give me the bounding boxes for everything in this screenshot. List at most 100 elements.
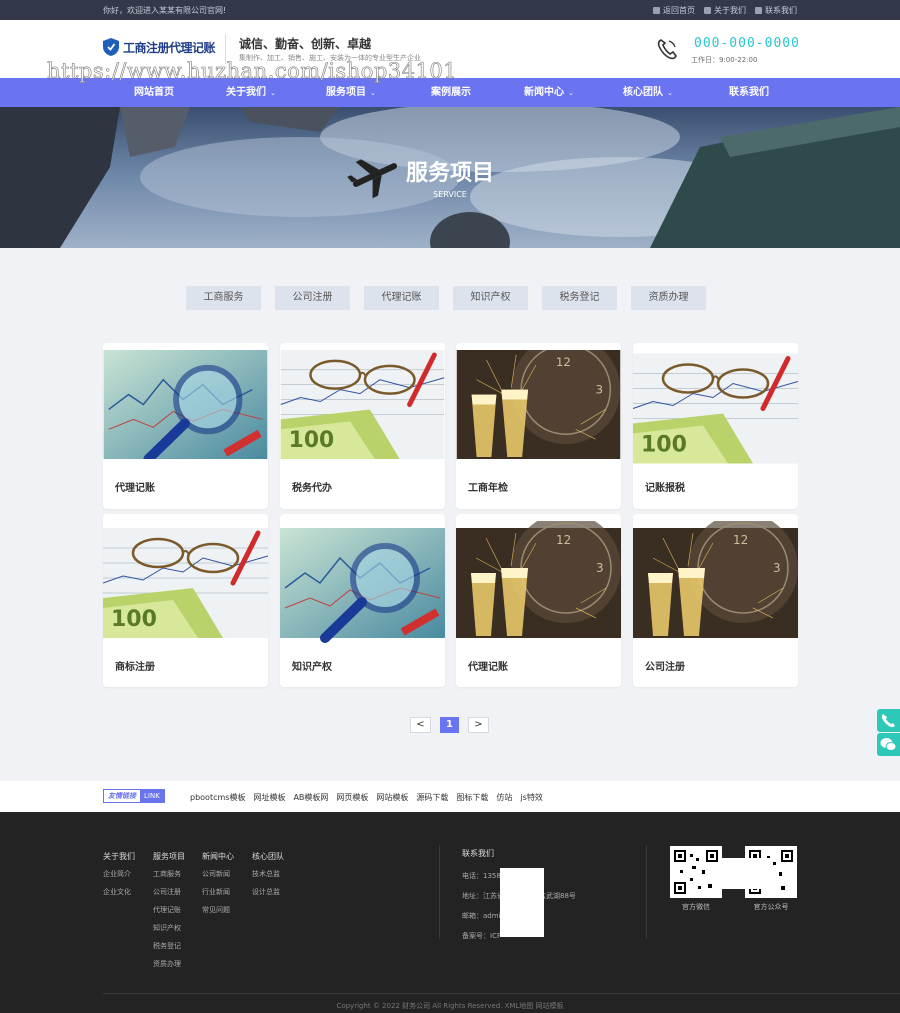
pagination: < 1 > xyxy=(410,717,489,733)
top-links: 返回首页 关于我们 联系我们 xyxy=(653,5,797,16)
card-image xyxy=(456,521,621,645)
service-card[interactable]: 税务代办 xyxy=(280,343,445,509)
footer-col-news: 新闻中心 公司新闻 行业新闻 常见问题 xyxy=(202,852,234,914)
friend-link[interactable]: pbootcms模板 xyxy=(190,792,245,803)
glasses-money-image xyxy=(280,350,445,459)
card-title: 代理记账 xyxy=(468,662,508,673)
phone-number: 000-000-0000 xyxy=(694,36,800,51)
glasses-money-image xyxy=(103,521,268,645)
friend-link[interactable]: 仿站 xyxy=(496,792,512,803)
home-icon xyxy=(653,7,660,14)
next-page-button[interactable]: > xyxy=(468,717,489,733)
footer-col-team: 核心团队 技术总监 设计总监 xyxy=(252,852,284,896)
tab-company-registration[interactable]: 公司注册 xyxy=(275,286,350,310)
card-title: 税务代办 xyxy=(292,483,332,494)
site-logo[interactable]: 工商注册代理记账 xyxy=(103,38,216,56)
tab-tax-registration[interactable]: 税务登记 xyxy=(542,286,617,310)
slogan: 诚信、勤奋、创新、卓越 xyxy=(239,37,372,51)
service-card[interactable]: 公司注册 xyxy=(633,514,798,687)
friend-links-bar: 友情链接 LINK pbootcms模板 网址模板 AB模板网 网页模板 网站模… xyxy=(0,781,900,812)
nav-news[interactable]: 新闻中心 ⌄ xyxy=(524,78,574,107)
card-title: 公司注册 xyxy=(645,662,685,673)
champagne-clock-image xyxy=(633,521,798,645)
card-title: 商标注册 xyxy=(115,662,155,673)
service-card[interactable]: 记账报税 xyxy=(633,343,798,509)
nav-team[interactable]: 核心团队 ⌄ xyxy=(623,78,673,107)
top-link-about[interactable]: 关于我们 xyxy=(704,5,746,16)
footer-col-about: 关于我们 企业简介 企业文化 xyxy=(103,852,135,896)
tab-bookkeeping[interactable]: 代理记账 xyxy=(364,286,439,310)
redaction-block xyxy=(721,858,772,889)
service-card[interactable]: 知识产权 xyxy=(280,514,445,687)
work-hours: 工作日：9:00-22:00 xyxy=(691,56,758,64)
card-image xyxy=(280,350,445,459)
top-link-contact[interactable]: 联系我们 xyxy=(755,5,797,16)
chevron-down-icon: ⌄ xyxy=(667,89,673,97)
tab-business-service[interactable]: 工商服务 xyxy=(186,286,261,310)
banner-subtitle: SERVICE xyxy=(433,190,467,199)
service-card[interactable]: 工商年检 xyxy=(456,343,621,509)
prev-page-button[interactable]: < xyxy=(410,717,431,733)
page-1-button[interactable]: 1 xyxy=(440,717,459,733)
float-wechat-button[interactable] xyxy=(877,733,900,756)
document-icon xyxy=(704,7,711,14)
card-image xyxy=(103,521,268,645)
friend-link[interactable]: AB模板网 xyxy=(293,792,328,803)
qr-label-wechat: 官方微信 xyxy=(682,903,710,911)
magnifier-chart-image xyxy=(103,350,268,459)
chevron-down-icon: ⌄ xyxy=(370,89,376,97)
chevron-down-icon: ⌄ xyxy=(568,89,574,97)
float-phone-button[interactable] xyxy=(877,709,900,732)
friend-link[interactable]: 网站模板 xyxy=(376,792,408,803)
friend-link[interactable]: 图标下载 xyxy=(456,792,488,803)
banner-title: 服务项目 xyxy=(405,161,494,186)
chevron-down-icon: ⌄ xyxy=(270,89,276,97)
footer-col-services: 服务项目 工商服务 公司注册 代理记账 知识产权 税务登记 资质办理 xyxy=(153,852,185,968)
qr-code-icon xyxy=(674,850,718,894)
nav-contact[interactable]: 联系我们 xyxy=(729,78,769,107)
friend-links-list: pbootcms模板 网址模板 AB模板网 网页模板 网站模板 源码下载 图标下… xyxy=(190,792,543,803)
wechat-qr-code xyxy=(670,846,722,898)
qr-label-public-account: 官方公众号 xyxy=(753,903,789,911)
service-card[interactable]: 代理记账 xyxy=(456,514,621,687)
welcome-text: 你好，欢迎进入某某有限公司官网! xyxy=(103,6,227,15)
card-image xyxy=(280,521,445,645)
footer-divider xyxy=(439,845,440,939)
card-image xyxy=(633,350,798,467)
watermark-text: https://www.huzhan.com/ishop34101 xyxy=(47,59,458,84)
phone-icon xyxy=(881,714,895,728)
wechat-icon xyxy=(880,738,897,751)
card-image xyxy=(633,521,798,645)
tab-intellectual-property[interactable]: 知识产权 xyxy=(453,286,528,310)
top-bar: 你好，欢迎进入某某有限公司官网! 返回首页 关于我们 联系我们 xyxy=(0,0,900,20)
footer-divider xyxy=(646,845,647,939)
footer-divider xyxy=(103,993,900,994)
top-link-home[interactable]: 返回首页 xyxy=(653,5,695,16)
tab-qualification[interactable]: 资质办理 xyxy=(631,286,706,310)
glasses-money-image xyxy=(633,350,798,467)
page-banner: 服务项目 SERVICE xyxy=(0,107,900,248)
friend-link[interactable]: 网址模板 xyxy=(253,792,285,803)
champagne-clock-image xyxy=(456,521,621,645)
phone-icon xyxy=(755,7,762,14)
magnifier-chart-image xyxy=(280,521,445,645)
copyright-text: Copyright © 2022 财务公司 All Rights Reserve… xyxy=(336,1002,564,1010)
service-category-tabs: 工商服务 公司注册 代理记账 知识产权 税务登记 资质办理 xyxy=(186,286,706,310)
card-title: 工商年检 xyxy=(468,483,508,494)
service-card[interactable]: 商标注册 xyxy=(103,514,268,687)
card-title: 记账报税 xyxy=(645,483,685,494)
friend-link[interactable]: 网页模板 xyxy=(336,792,368,803)
shield-logo-icon xyxy=(103,38,119,56)
friend-link[interactable]: js特效 xyxy=(520,792,542,803)
card-image xyxy=(103,350,268,459)
redaction-block xyxy=(500,868,544,937)
champagne-clock-image xyxy=(456,350,621,459)
logo-text: 工商注册代理记账 xyxy=(123,40,216,55)
friend-link[interactable]: 源码下载 xyxy=(416,792,448,803)
card-image xyxy=(456,350,621,459)
card-title: 代理记账 xyxy=(115,483,155,494)
service-card[interactable]: 代理记账 xyxy=(103,343,268,509)
site-footer: 关于我们 企业简介 企业文化 服务项目 工商服务 公司注册 代理记账 知识产权 … xyxy=(0,812,900,1013)
phone-icon xyxy=(657,39,677,60)
friend-links-badge: 友情链接 LINK xyxy=(103,789,165,803)
